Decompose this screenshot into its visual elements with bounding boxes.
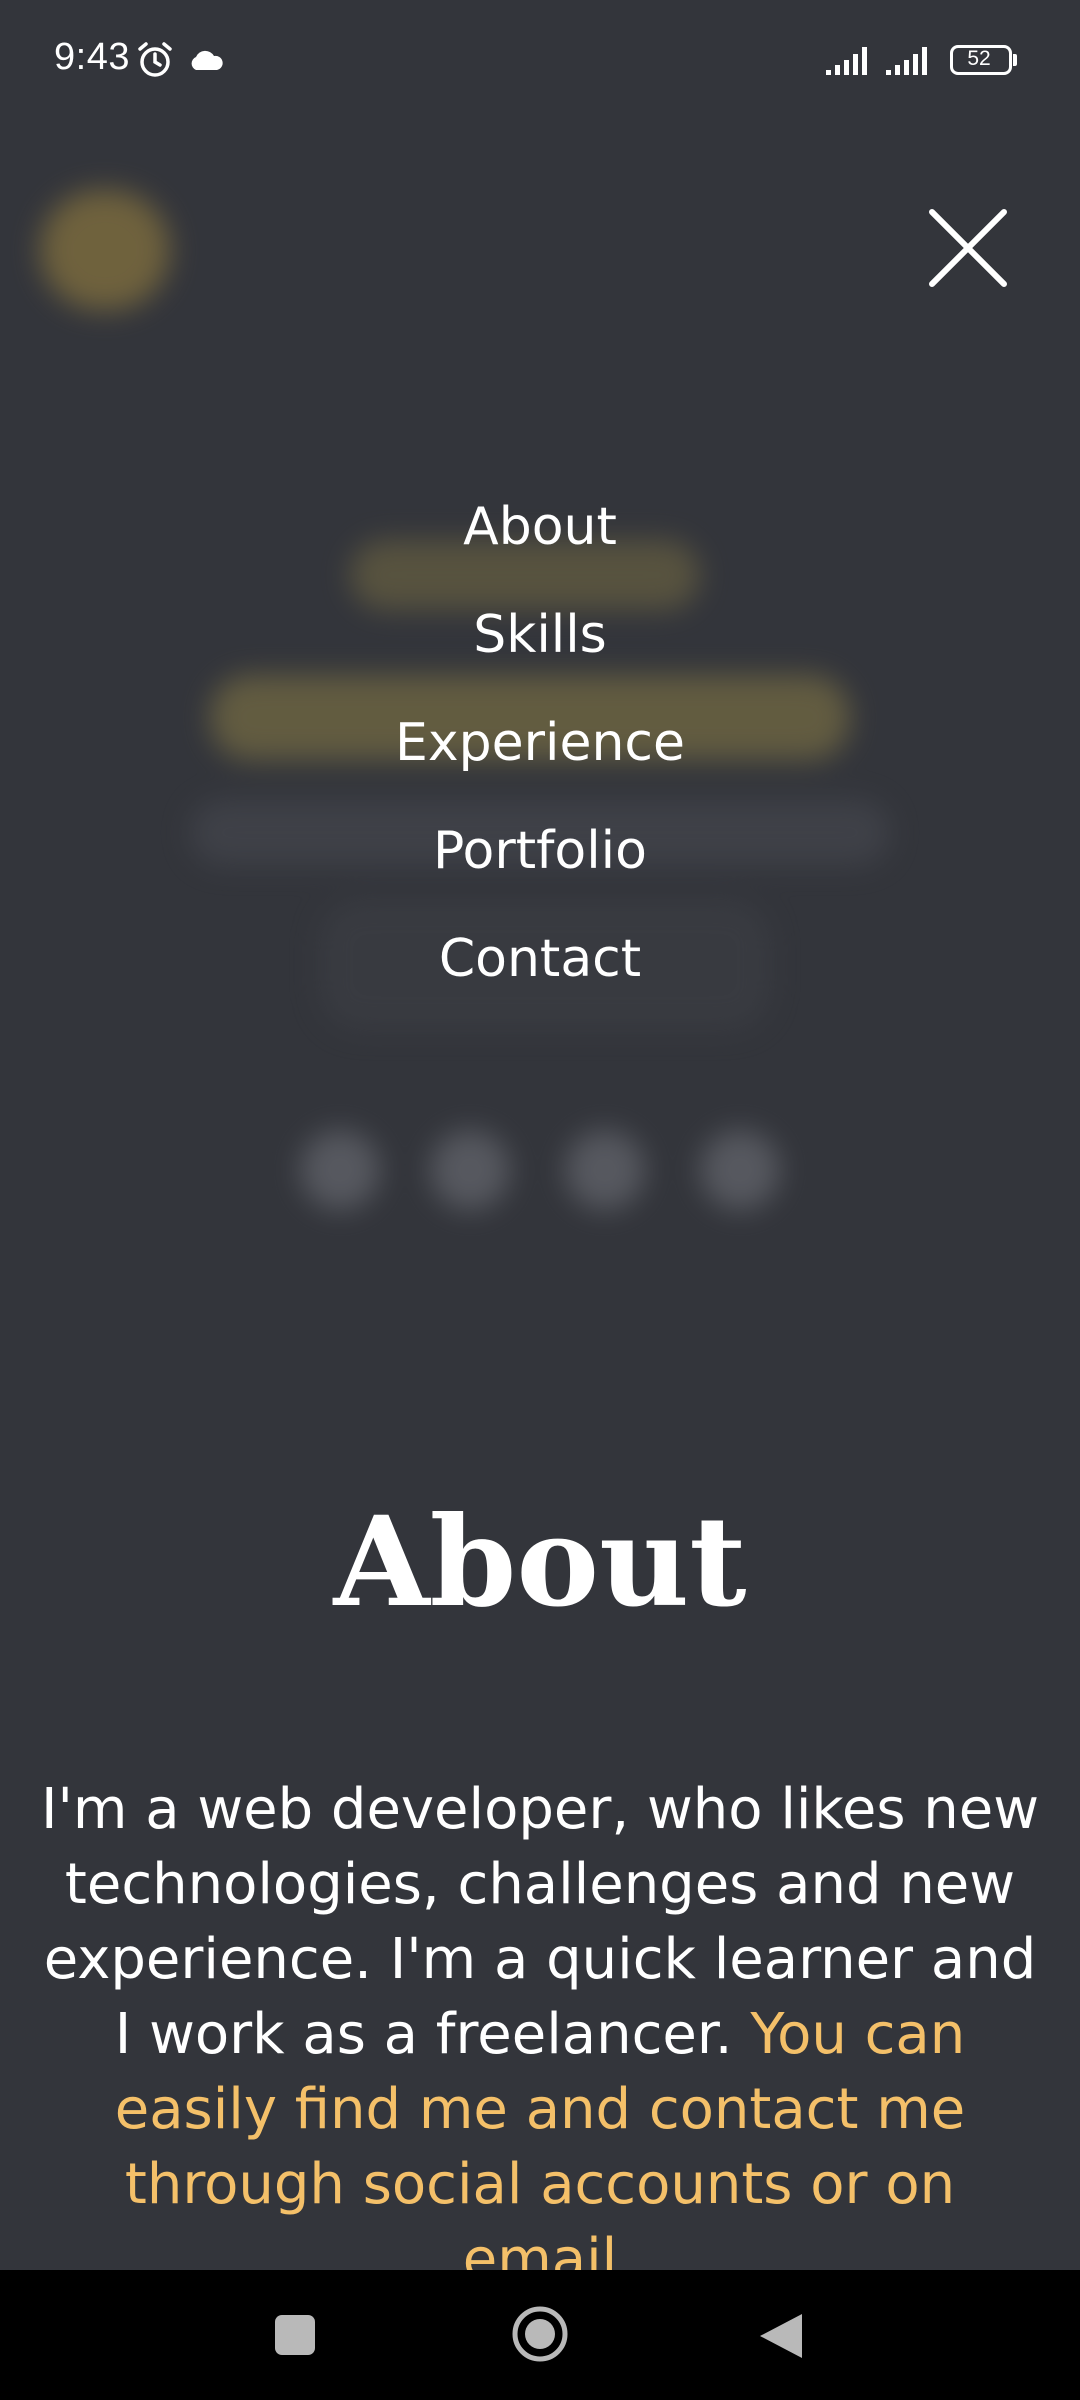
menu-item-label: Contact xyxy=(438,928,642,989)
menu-item-portfolio[interactable]: Portfolio xyxy=(0,794,1080,902)
about-paragraph: I'm a web developer, who likes new techn… xyxy=(40,1772,1040,2297)
close-icon xyxy=(929,209,1007,287)
close-menu-button[interactable] xyxy=(920,200,1016,296)
menu-item-label: Experience xyxy=(395,712,685,773)
blurred-logo xyxy=(40,190,170,310)
nav-menu: About Skills Experience Portfolio Contac… xyxy=(0,470,1080,1010)
blurred-social-icon xyxy=(430,1130,510,1210)
system-nav-bar xyxy=(0,2270,1080,2400)
about-heading: About xyxy=(333,1490,747,1635)
menu-item-experience[interactable]: Experience xyxy=(0,686,1080,794)
menu-item-label: Skills xyxy=(473,604,607,665)
home-icon[interactable] xyxy=(510,2304,570,2368)
menu-item-skills[interactable]: Skills xyxy=(0,578,1080,686)
blurred-social-icon xyxy=(300,1130,380,1210)
recents-icon[interactable] xyxy=(274,2314,316,2360)
menu-item-label: About xyxy=(463,496,617,557)
back-icon[interactable] xyxy=(758,2312,804,2364)
blurred-social-icon xyxy=(565,1130,645,1210)
menu-item-about[interactable]: About xyxy=(0,470,1080,578)
blurred-social-icon xyxy=(700,1130,780,1210)
menu-item-label: Portfolio xyxy=(433,820,647,881)
menu-item-contact[interactable]: Contact xyxy=(0,902,1080,1010)
